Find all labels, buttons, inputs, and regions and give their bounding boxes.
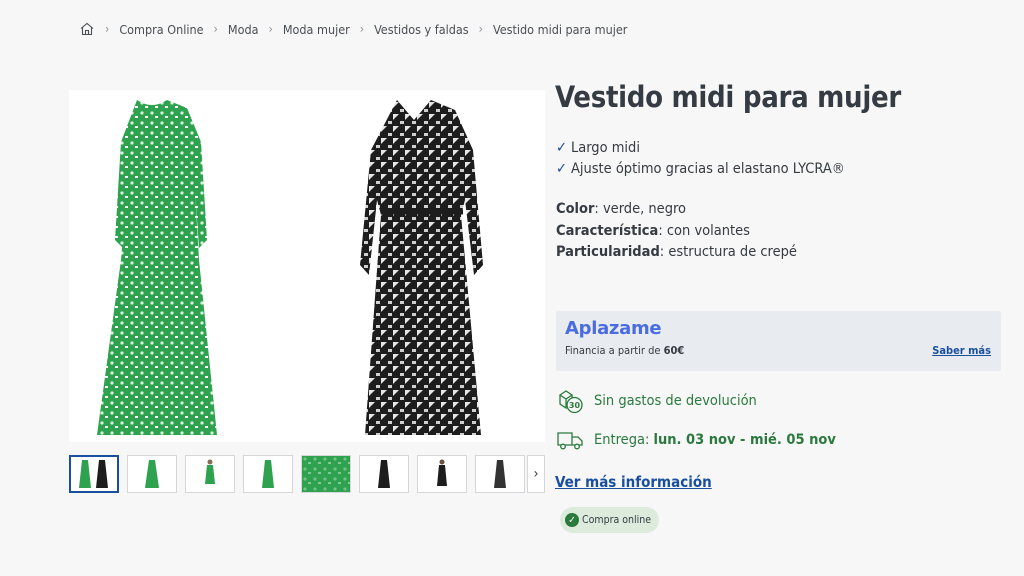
checkmark-icon: ✓ [556, 161, 567, 177]
breadcrumb-moda-mujer[interactable]: Moda mujer [283, 22, 350, 37]
financing-text: Financia a partir de 60€ [565, 344, 685, 357]
thumbnail-strip [69, 455, 545, 493]
chevron-right-icon: › [359, 22, 365, 36]
aplazame-logo: Aplazame [565, 318, 662, 339]
thumbnail-4[interactable] [243, 455, 293, 493]
spec-color: Color: verde, negro [556, 201, 686, 217]
truck-icon [555, 425, 585, 455]
thumbnail-1[interactable] [69, 455, 119, 493]
spec-particularidad: Particularidad: estructura de crepé [556, 244, 797, 260]
spec-list: Color: verde, negro Característica: con … [556, 199, 797, 264]
breadcrumb: › Compra Online › Moda › Moda mujer › Ve… [79, 21, 627, 37]
thumbnail-8[interactable] [475, 455, 525, 493]
feature-item: ✓ Largo midi [556, 140, 640, 156]
financing-box: Aplazame Financia a partir de 60€ Saber … [556, 311, 1001, 371]
chevron-right-icon: › [268, 22, 273, 36]
feature-list: ✓ Largo midi ✓ Ajuste óptimo gracias al el… [556, 138, 845, 180]
breadcrumb-current: Vestido midi para mujer [492, 21, 628, 37]
returns-info: 30 Sin gastos de devolución [555, 386, 757, 416]
breadcrumb-moda[interactable]: Moda [228, 22, 259, 37]
home-icon[interactable] [79, 21, 95, 37]
thumbnail-7[interactable] [417, 455, 467, 493]
chevron-right-icon: › [105, 22, 110, 36]
compra-online-badge: ✓ Compra online [560, 507, 660, 533]
chevron-right-icon: › [213, 22, 218, 36]
saber-mas-link[interactable]: Saber más [932, 344, 991, 357]
chevron-right-icon: › [478, 22, 483, 36]
product-main-image[interactable] [69, 90, 545, 442]
feature-item: ✓ Ajuste óptimo gracias al elastano LYCRA… [556, 161, 845, 177]
thumbnail-2[interactable] [127, 455, 177, 493]
dress-illustration [97, 100, 483, 435]
chevron-right-icon[interactable]: › [527, 455, 545, 493]
check-circle-icon: ✓ [565, 513, 579, 527]
thumbnail-5[interactable] [301, 455, 351, 493]
ver-mas-informacion-link[interactable]: Ver más información [555, 473, 712, 491]
black-dress [360, 100, 483, 435]
checkmark-icon: ✓ [556, 140, 567, 156]
thumbnail-6[interactable] [359, 455, 409, 493]
badge-label: Compra online [582, 514, 652, 526]
breadcrumb-compra-online[interactable]: Compra Online [119, 22, 203, 37]
green-dress [97, 100, 217, 435]
breadcrumb-vestidos-faldas[interactable]: Vestidos y faldas [374, 22, 469, 37]
product-title: Vestido midi para mujer [555, 80, 901, 114]
delivery-label: Entrega: lun. 03 nov - mié. 05 nov [594, 432, 836, 448]
returns-label: Sin gastos de devolución [594, 393, 757, 409]
thumbnail-3[interactable] [185, 455, 235, 493]
svg-text:30: 30 [569, 401, 581, 410]
return-30-icon: 30 [555, 386, 585, 416]
spec-caracteristica: Característica: con volantes [556, 222, 750, 239]
delivery-info: Entrega: lun. 03 nov - mié. 05 nov [555, 425, 836, 455]
